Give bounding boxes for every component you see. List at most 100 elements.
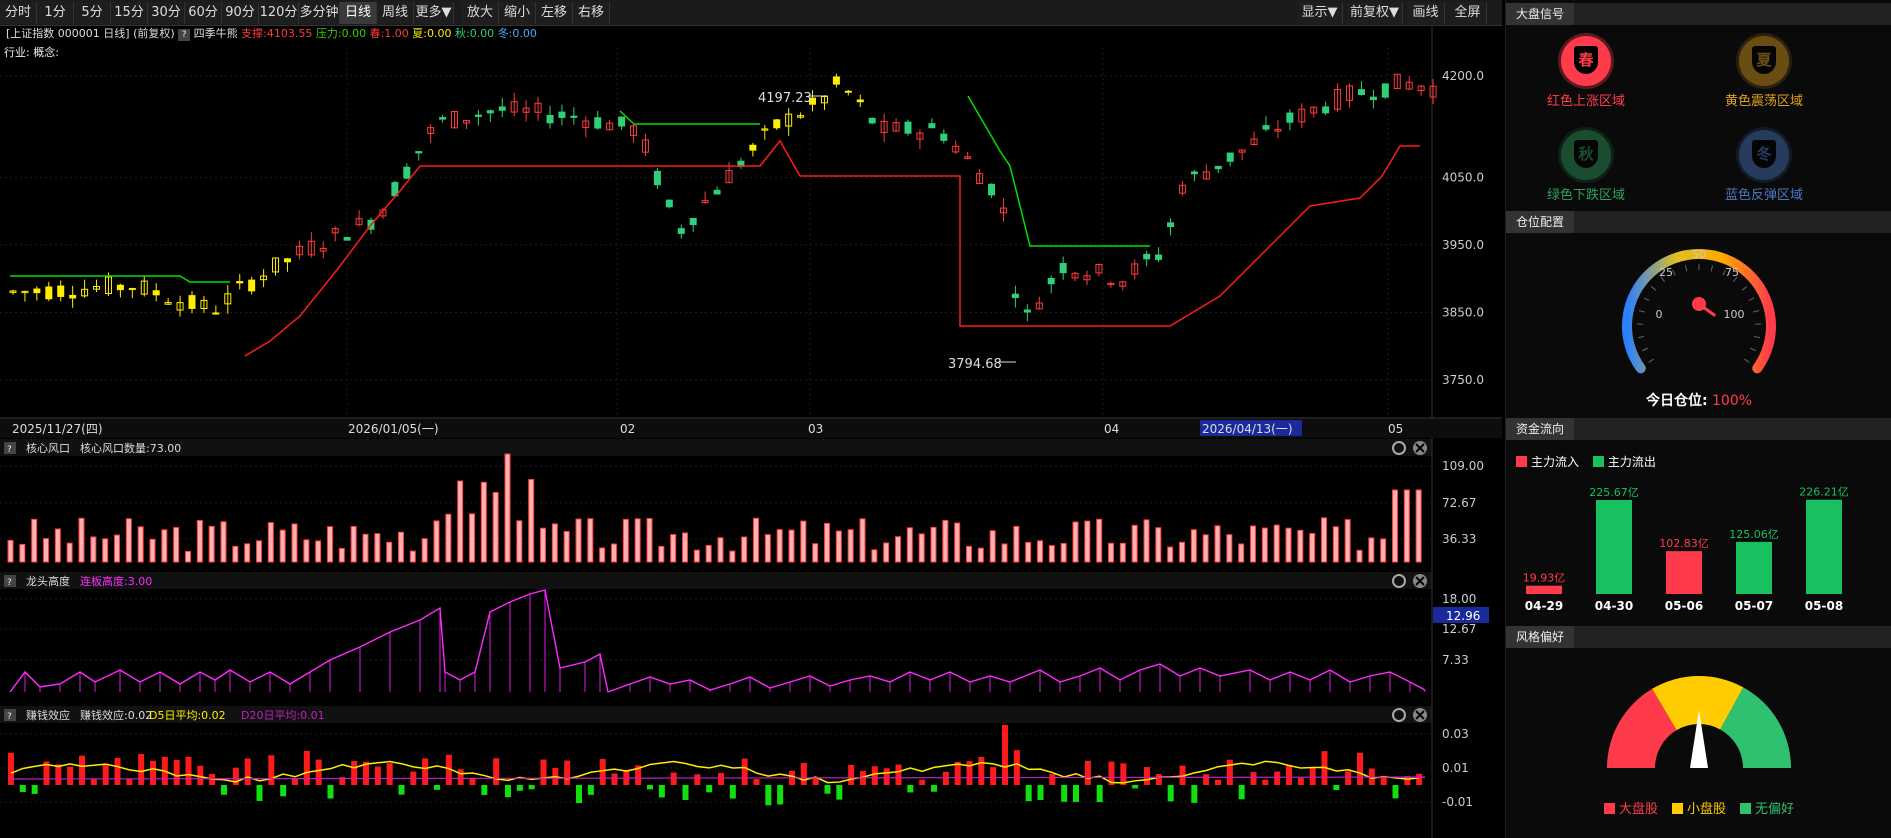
period-button-0[interactable]: 分时 [0,2,37,24]
help-icon: ? [7,578,12,588]
candle-body [1357,89,1365,96]
core-theme-bar [871,549,878,563]
leader-height-panel[interactable]: ? 龙头高度 连板高度:3.00 18.00 12.67 7.33 12.96 [0,572,1502,706]
core-theme-bar [1155,527,1162,563]
money-effect-bar-positive [244,758,251,785]
money-effect-bar-negative [931,785,937,792]
period-button-9[interactable]: 日线 [340,2,377,24]
money-effect-bar-positive [67,766,74,785]
core-theme-bar [1108,542,1114,563]
y-tick-label: 0.03 [1442,727,1469,741]
money-effect-bar-positive [670,772,677,785]
money-effect-bar-negative [1025,785,1032,802]
period-button-7[interactable]: 120分 [259,2,299,24]
core-theme-bar [1060,542,1067,563]
x-tick-label: 2026/04/13(一) [1202,422,1293,436]
candle-body [1262,125,1270,130]
toolbar-right-button-0[interactable]: 显示▼ [1297,2,1343,24]
panel-value-label: 赚钱效应:0.02 [80,708,152,722]
core-theme-bar [1309,533,1316,563]
signal-title: 大盘信号 [1506,3,1575,25]
core-theme-panel[interactable]: ? 核心风口 核心风口数量:73.00 109.00 72.67 36.33 [0,439,1502,572]
period-button-8[interactable]: 多分钟 [299,2,340,24]
money-effect-bar-positive [1357,752,1363,785]
panel-title: 核心风口 [26,441,70,455]
season-glyph: 夏 [1752,46,1776,74]
money-effect-bar-negative [1238,785,1245,800]
d20-average-label: D20日平均:0.01 [241,709,325,722]
money-effect-bar-positive [599,758,606,785]
style-legend-swatch [1603,803,1615,814]
money-effect-bar-negative [1073,785,1079,802]
period-button-15[interactable]: 右移 [573,2,610,24]
y-tick-label: 36.33 [1442,532,1476,546]
core-theme-bar [646,518,653,563]
money-effect-bar-positive [741,758,748,785]
position-label: 今日仓位: [1645,393,1708,409]
y-tick-label: 4200.0 [1442,69,1484,83]
core-theme-bar [102,538,109,563]
y-tick-label: 12.67 [1442,622,1476,636]
outflow-legend-swatch [1592,456,1604,467]
money-effect-bar-positive [1250,772,1257,785]
period-button-14[interactable]: 左移 [536,2,573,24]
money-effect-bar-positive [1013,750,1020,785]
money-effect-bar-negative [1061,785,1068,802]
core-theme-bar [729,550,736,563]
candle-body [653,170,661,186]
summer-value: 夏:0.00 [412,27,452,40]
period-button-6[interactable]: 90分 [222,2,259,24]
flow-bar [1526,585,1562,594]
core-theme-bar [338,547,345,563]
period-button-11[interactable]: 更多▼ [414,2,454,24]
period-button-5[interactable]: 60分 [185,2,222,24]
period-button-1[interactable]: 1分 [37,2,74,24]
candle-body [343,236,351,241]
money-effect-bar-positive [422,758,429,785]
panel-header-bg [0,439,1432,456]
money-effect-bar-negative [1167,785,1174,802]
candle-body [749,144,757,151]
season-glyph: 春 [1574,46,1598,74]
core-theme-bar [812,543,819,563]
candle-body [773,119,781,129]
money-effect-panel[interactable]: ? 赚钱效应 赚钱效应:0.02 D5日平均:0.02 D20日平均:0.01 0.03 0… [0,706,1502,838]
period-button-12[interactable]: 放大 [462,2,499,24]
x-tick-label: 03 [808,422,823,436]
core-theme-bar [1261,527,1268,563]
period-button-10[interactable]: 周线 [377,2,414,24]
core-theme-bar [303,539,310,563]
core-theme-bar [611,543,617,563]
gauge-tick [1753,310,1760,313]
period-button-3[interactable]: 15分 [111,2,148,24]
period-button-2[interactable]: 5分 [74,2,111,24]
money-effect-bar-positive [268,755,275,785]
core-theme-bar [1096,518,1103,563]
core-theme-bar [977,547,984,563]
period-button-13[interactable]: 缩小 [499,2,536,24]
gauge-tick [1641,347,1648,352]
toolbar-right-button-2[interactable]: 画线 [1407,2,1445,24]
core-theme-bar [1131,524,1138,563]
main-info-bar: [上证指数 000001 日线] (前复权) ? 四季牛熊 支撑:4103.55… [6,26,537,42]
core-theme-bar [1013,525,1020,563]
core-theme-bar [480,481,487,563]
toolbar-right-button-3[interactable]: 全屏 [1449,2,1487,24]
candle-body [403,166,411,179]
toolbar-right-button-1[interactable]: 前复权▼ [1347,2,1403,24]
gauge-tick [1744,358,1750,363]
help-icon[interactable]: ? [178,29,191,41]
main-candlestick-chart[interactable]: 4200.0 4050.0 3950.0 3850.0 3750.0 2025/11/27… [0,26,1502,439]
money-effect-bar-positive [1120,763,1127,785]
period-button-4[interactable]: 30分 [148,2,185,24]
gauge-tick [1741,286,1748,291]
money-effect-bar-negative [280,785,287,797]
candle-body [689,217,697,226]
core-theme-bar [835,530,842,563]
gauge-tick [1684,265,1688,272]
money-effect-bar-positive [8,752,14,785]
core-theme-bar [398,531,404,563]
core-theme-bar [705,544,712,563]
candle-body [832,76,840,85]
inflow-legend-swatch [1516,456,1527,467]
